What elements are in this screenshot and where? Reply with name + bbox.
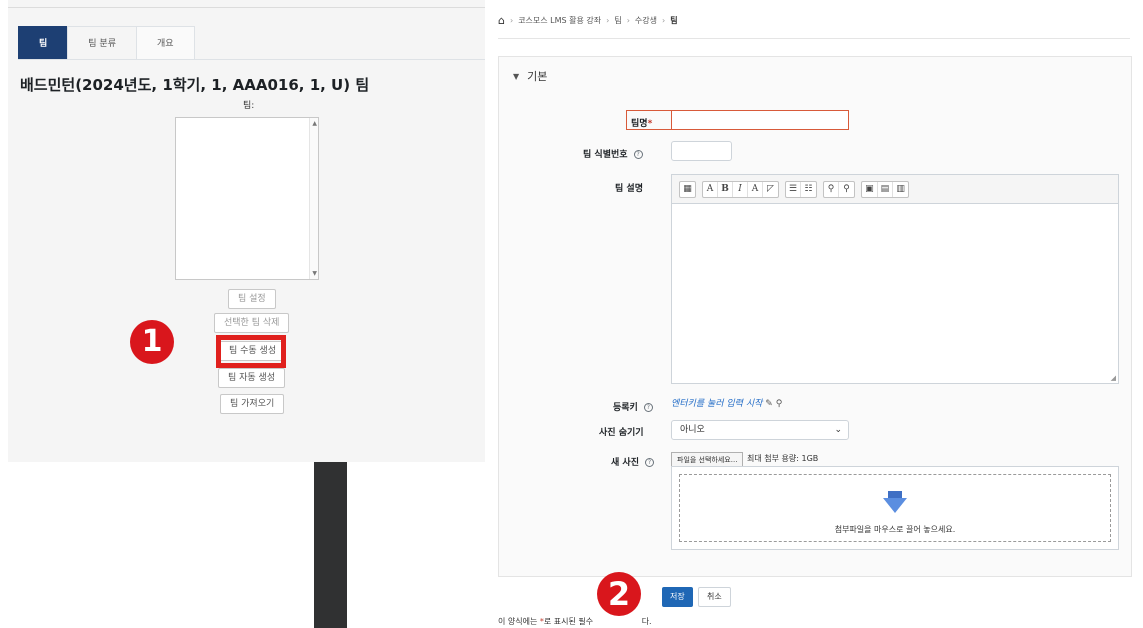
dark-bar <box>314 462 347 628</box>
team-idnumber-label: 팀 식별번호? <box>583 147 643 160</box>
tabs-divider <box>18 59 486 60</box>
bold-icon[interactable]: B <box>718 181 733 197</box>
unlink-icon[interactable]: ⚲ <box>839 182 854 197</box>
new-picture-label: 새 사진? <box>611 455 654 468</box>
tabs: 팀 팀 분류 개요 <box>18 26 195 60</box>
tab-groupings[interactable]: 팀 분류 <box>67 26 137 60</box>
dropzone-text: 첨부파일을 마우스로 끌어 놓으세요. <box>834 525 956 534</box>
chevron-right-icon: › <box>509 16 514 25</box>
scroll-up-icon[interactable]: ▲ <box>312 120 317 127</box>
delete-selected-team-button[interactable]: 선택한 팀 삭제 <box>214 313 290 333</box>
hide-picture-label: 사진 숨기기 <box>599 428 644 438</box>
file-dropzone[interactable]: 첨부파일을 마우스로 끌어 놓으세요. <box>671 466 1119 550</box>
breadcrumb: ⌂ › 코스모스 LMS 활용 강좌 › 팀 › 수강생 › 팀 <box>498 14 678 27</box>
toolbar-group: A B I A ◸ <box>702 180 779 198</box>
team-settings-button[interactable]: 팀 설정 <box>228 289 276 309</box>
scroll-down-icon[interactable]: ▼ <box>312 270 317 277</box>
create-team-automatically-button[interactable]: 팀 자동 생성 <box>218 368 286 388</box>
toolbar-group: ⚲ ⚲ <box>823 180 856 198</box>
chevron-right-icon: › <box>662 16 666 25</box>
required-note-text: 이 양식에는 <box>498 617 540 626</box>
max-upload-size: 최대 첨부 용량: 1GB <box>747 454 819 463</box>
help-icon[interactable]: ? <box>643 403 653 412</box>
chevron-right-icon: › <box>626 16 630 25</box>
media-icon[interactable]: ▤ <box>878 181 894 197</box>
required-note-text: 로 표시된 필수 <box>543 617 596 626</box>
highlight-box <box>216 335 286 368</box>
breadcrumb-item[interactable]: 팀 <box>614 15 621 26</box>
pencil-icon[interactable]: ✎ <box>765 399 773 409</box>
font-color-icon[interactable]: A <box>748 181 763 197</box>
toolbar-group: ▣ ▤ ▥ <box>861 180 910 198</box>
description-editor[interactable]: ▦ A B I A ◸ ☰ ☷ ⚲ ⚲ ▣ ▤ ▥ ◢ <box>671 174 1119 384</box>
unordered-list-icon[interactable]: ☰ <box>786 181 802 197</box>
step-2-badge: 2 <box>597 572 641 616</box>
enrolment-key-link-text[interactable]: 엔터키를 눌러 입력 시작 <box>671 399 762 409</box>
resize-handle-icon[interactable]: ◢ <box>1111 374 1116 382</box>
scrollbar[interactable]: ▲ ▼ <box>309 118 318 279</box>
team-idnumber-label-text: 팀 식별번호 <box>583 150 628 160</box>
help-icon[interactable]: ? <box>633 150 643 159</box>
team-name-input[interactable] <box>671 110 849 130</box>
editor-toolbar: ▦ A B I A ◸ ☰ ☷ ⚲ ⚲ ▣ ▤ ▥ <box>672 175 1118 204</box>
toolbar-group: ☰ ☷ <box>785 180 818 198</box>
paragraph-style-icon[interactable]: A <box>703 181 718 197</box>
chevron-right-icon: › <box>606 16 610 25</box>
toolbar-group: ▦ <box>679 180 696 198</box>
link-icon[interactable]: ⚲ <box>824 181 840 197</box>
required-fields-note: 이 양식에는 *로 표시된 필수 다. <box>498 616 652 627</box>
left-panel: 팀 팀 분류 개요 배드민턴(2024년도, 1학기, 1, AAA016, 1… <box>8 0 486 462</box>
enrolment-key-label: 등록키? <box>613 400 653 413</box>
import-teams-button[interactable]: 팀 가져오기 <box>220 394 285 414</box>
italic-icon[interactable]: I <box>733 181 748 197</box>
right-panel: ⌂ › 코스모스 LMS 활용 강좌 › 팀 › 수강생 › 팀 ▼ 기본 팀명… <box>485 0 1143 628</box>
divider <box>498 38 1130 39</box>
breadcrumb-item[interactable]: 수강생 <box>635 15 657 26</box>
enrolment-key-label-text: 등록키 <box>613 403 638 413</box>
page-title: 배드민턴(2024년도, 1학기, 1, AAA016, 1, U) 팀 <box>20 76 370 94</box>
hide-picture-select[interactable]: 아니오 ⌄ <box>671 420 849 440</box>
chevron-down-icon: ⌄ <box>834 425 842 435</box>
breadcrumb-item[interactable]: 코스모스 LMS 활용 강좌 <box>518 15 601 26</box>
teams-label: 팀: <box>243 101 255 111</box>
search-icon[interactable]: ⚲ <box>776 399 783 409</box>
toolbar-toggle-icon[interactable]: ▦ <box>680 182 695 197</box>
required-note-text: 다. <box>641 617 652 626</box>
enrolment-key-edit-link[interactable]: 엔터키를 눌러 입력 시작 ✎ ⚲ <box>671 396 782 409</box>
help-icon[interactable]: ? <box>644 458 654 467</box>
step-1-badge: 1 <box>130 320 174 364</box>
file-icon[interactable]: ▥ <box>893 182 908 197</box>
team-list[interactable]: ▲ ▼ <box>175 117 319 280</box>
tab-teams[interactable]: 팀 <box>18 26 69 60</box>
team-name-label: 팀명* <box>631 116 652 129</box>
team-description-label: 팀 설명 <box>615 184 643 194</box>
image-icon[interactable]: ▣ <box>862 181 878 197</box>
section-header-basic[interactable]: ▼ 기본 <box>513 68 547 84</box>
home-icon[interactable]: ⌂ <box>498 14 505 27</box>
dropzone-area[interactable]: 첨부파일을 마우스로 끌어 놓으세요. <box>679 474 1111 542</box>
ordered-list-icon[interactable]: ☷ <box>801 182 816 197</box>
divider <box>8 7 486 8</box>
background-color-icon[interactable]: ◸ <box>763 182 778 197</box>
team-name-label-text: 팀명 <box>631 119 648 129</box>
hide-picture-value: 아니오 <box>680 425 705 435</box>
new-picture-label-text: 새 사진 <box>611 458 639 468</box>
required-icon: * <box>647 119 653 129</box>
download-arrow-icon <box>883 491 907 513</box>
save-button[interactable]: 저장 <box>662 587 693 607</box>
caret-down-icon: ▼ <box>513 71 520 81</box>
section-title: 기본 <box>527 70 548 83</box>
tab-overview[interactable]: 개요 <box>135 26 195 60</box>
cancel-button[interactable]: 취소 <box>698 587 731 607</box>
breadcrumb-current: 팀 <box>670 16 678 25</box>
team-idnumber-input[interactable] <box>671 141 732 161</box>
